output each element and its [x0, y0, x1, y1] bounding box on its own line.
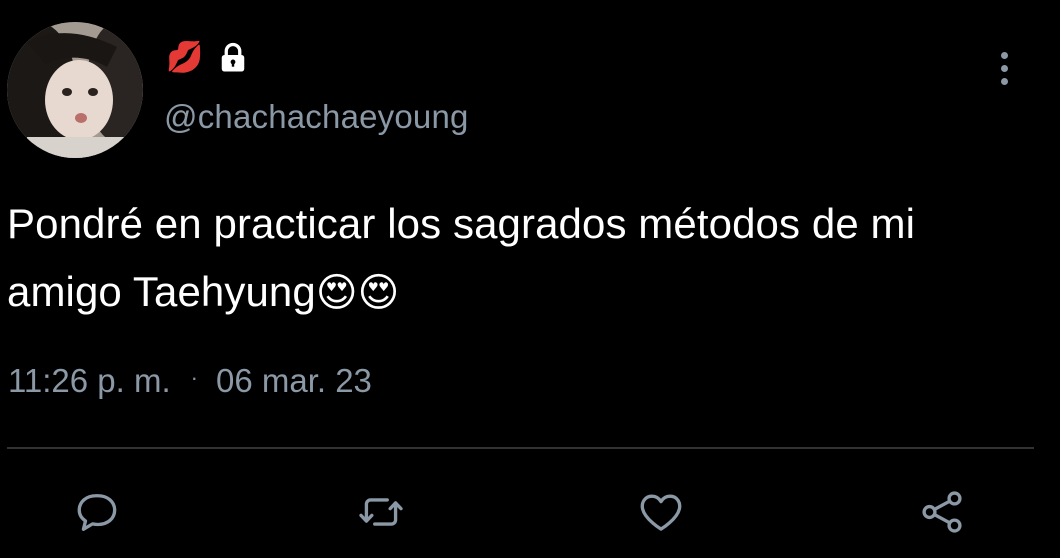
share-button[interactable]: [914, 484, 970, 540]
tweet-text: Pondré en practicar los sagrados métodos…: [7, 190, 1047, 327]
tweet-text-line-2: amigo Taehyung😍😍: [7, 258, 1047, 327]
tweet-text-line-1: Pondré en practicar los sagrados métodos…: [7, 200, 916, 247]
retweet-button[interactable]: [353, 484, 409, 540]
meta-separator: ·: [190, 365, 198, 390]
reply-icon: [77, 494, 117, 531]
heart-eyes-emoji: 😍😍: [315, 270, 400, 316]
tweet-text-line-2-words: amigo Taehyung: [7, 268, 316, 315]
more-vertical-icon: [1000, 51, 1008, 59]
heart-icon: [640, 494, 682, 531]
avatar[interactable]: [7, 22, 143, 158]
more-options-button[interactable]: [990, 48, 1018, 88]
more-dot: [1000, 77, 1008, 85]
more-dot: [1000, 64, 1008, 72]
share-icon: [922, 491, 962, 533]
avatar-photo: [7, 22, 143, 158]
retweet-icon: [359, 498, 403, 526]
reply-button[interactable]: [70, 484, 126, 540]
divider: [7, 447, 1034, 449]
tweet-timestamp[interactable]: 11:26 p. m. · 06 mar. 23: [8, 362, 372, 400]
user-handle[interactable]: @chachachaeyoung: [164, 98, 469, 136]
lock-icon: [222, 42, 245, 72]
tweet-date: 06 mar. 23: [215, 362, 372, 399]
display-name-row: 💋: [166, 38, 251, 78]
kiss-mark-emoji: 💋: [166, 40, 204, 75]
tweet-time: 11:26 p. m.: [8, 362, 171, 399]
like-button[interactable]: [633, 484, 689, 540]
